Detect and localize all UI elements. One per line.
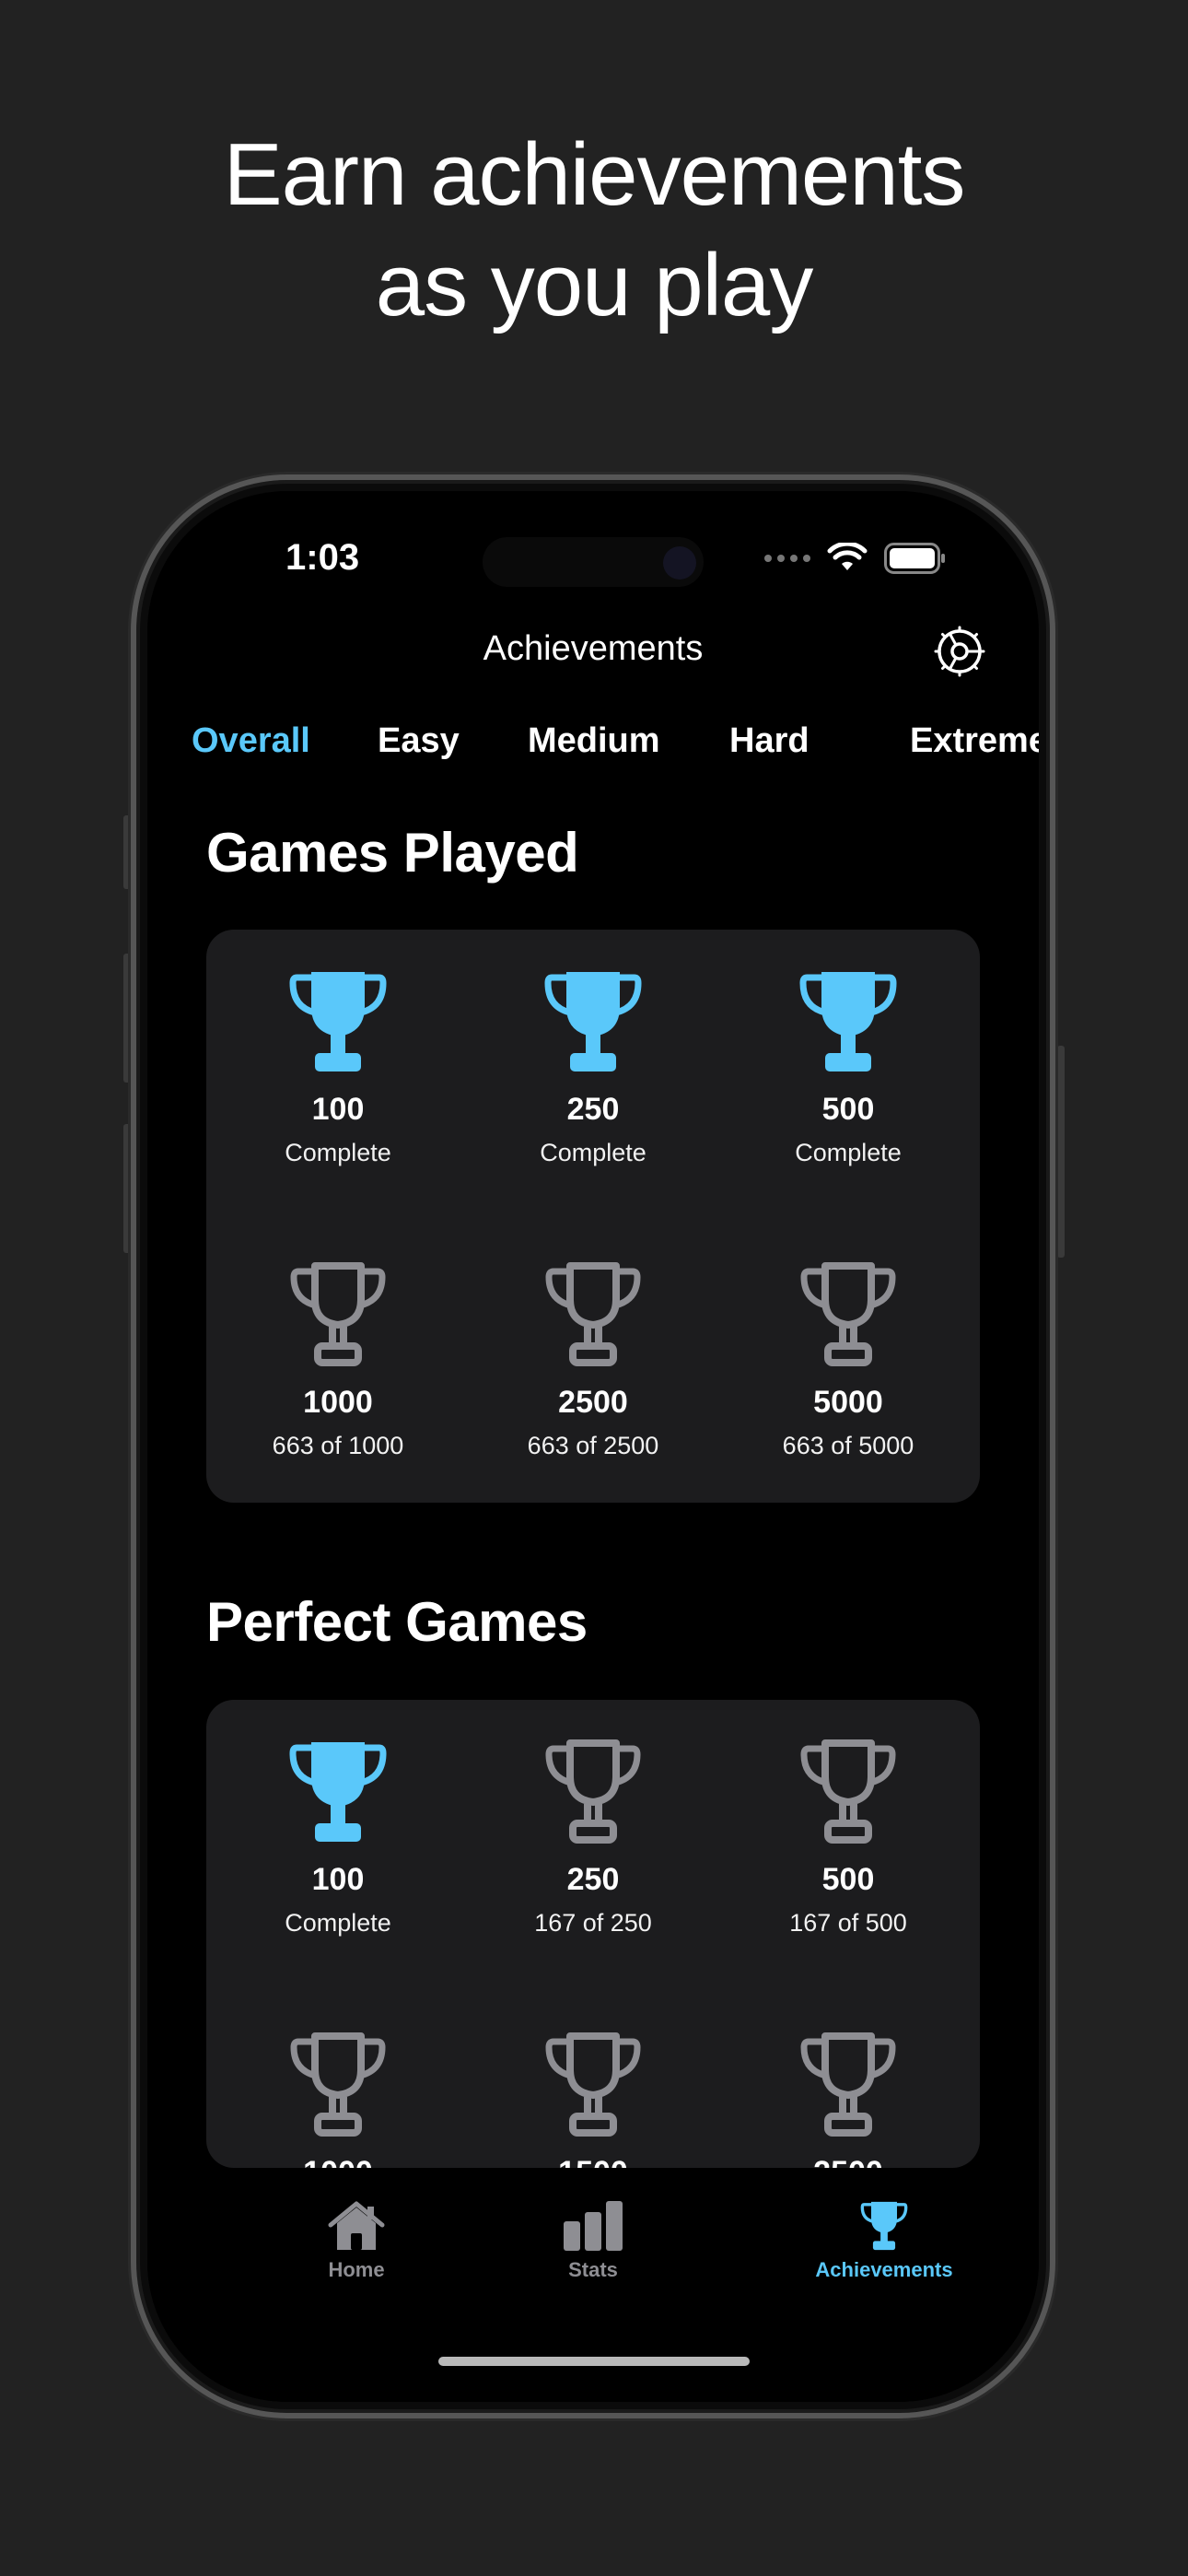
trophy-icon bbox=[289, 972, 387, 1071]
trophy-outline-icon bbox=[290, 2032, 386, 2137]
trophy-outline-icon bbox=[800, 1739, 896, 1844]
achievement-status: Complete bbox=[795, 1139, 902, 1166]
volume-up-button bbox=[123, 954, 131, 1083]
trophy-icon bbox=[544, 972, 642, 1071]
achievement-item[interactable]: 100 Complete bbox=[209, 966, 467, 1167]
achievement-target: 2500 bbox=[558, 1385, 628, 1420]
tab-bar-label: Stats bbox=[568, 2258, 618, 2281]
achievement-target: 100 bbox=[311, 1092, 365, 1127]
power-button bbox=[1057, 1046, 1065, 1258]
section-title-perfect-games: Perfect Games bbox=[206, 1591, 588, 1653]
house-icon bbox=[328, 2201, 385, 2250]
achievement-target: 100 bbox=[311, 1862, 365, 1897]
achievement-progress: 663 of 5000 bbox=[782, 1432, 914, 1459]
trophy-outline-icon bbox=[545, 2032, 641, 2137]
trophy-outline-icon bbox=[800, 2032, 896, 2137]
trophy-icon bbox=[289, 1742, 387, 1842]
tab-bar-achievements[interactable]: Achievements bbox=[792, 2199, 976, 2282]
achievement-target: 500 bbox=[821, 1862, 875, 1897]
status-icons bbox=[764, 543, 947, 574]
tab-bar-label: Achievements bbox=[815, 2258, 953, 2281]
headline-line-2: as you play bbox=[375, 236, 814, 334]
achievement-target: 1000 bbox=[303, 1385, 373, 1420]
gear-icon[interactable] bbox=[934, 626, 985, 677]
achievements-card-perfect-games: 100 Complete 250 167 of 250 500 167 of 5… bbox=[206, 1700, 980, 2168]
camera-icon bbox=[663, 546, 696, 580]
page-title: Achievements bbox=[483, 629, 704, 668]
trophy-outline-icon bbox=[800, 1262, 896, 1366]
volume-down-button bbox=[123, 1124, 131, 1253]
achievement-progress: 167 of 500 bbox=[789, 1909, 907, 1937]
achievement-item[interactable]: 5000 663 of 5000 bbox=[719, 1259, 977, 1460]
achievement-target: 1000 bbox=[209, 2155, 467, 2168]
headline: Earn achievements as you play bbox=[0, 120, 1188, 341]
tab-bar-home[interactable]: Home bbox=[264, 2199, 448, 2282]
section-title-games-played: Games Played bbox=[206, 822, 579, 884]
trophy-outline-icon bbox=[545, 1739, 641, 1844]
achievement-item[interactable]: 1000 663 of 1000 bbox=[209, 1259, 467, 1460]
trophy-icon bbox=[799, 972, 897, 1071]
achievements-card-games-played: 100 Complete 250 Complete 500 Complete 1… bbox=[206, 930, 980, 1503]
achievement-item[interactable]: 250 167 of 250 bbox=[464, 1737, 722, 1938]
achievement-item[interactable]: 1000 bbox=[209, 2030, 467, 2168]
home-indicator bbox=[438, 2357, 750, 2366]
trophy-outline-icon bbox=[290, 1262, 386, 1366]
achievement-progress: 167 of 250 bbox=[534, 1909, 652, 1937]
achievement-target: 2500 bbox=[719, 2155, 977, 2168]
achievement-item[interactable]: 250 Complete bbox=[464, 966, 722, 1167]
status-time: 1:03 bbox=[285, 537, 360, 578]
tab-bar-label: Home bbox=[328, 2258, 385, 2281]
achievement-target: 500 bbox=[821, 1092, 875, 1127]
achievement-status: Complete bbox=[285, 1139, 391, 1166]
trophy-icon bbox=[860, 2201, 908, 2251]
tab-overall[interactable]: Overall bbox=[192, 721, 310, 761]
difficulty-tabs: Overall Easy Medium Hard Extreme bbox=[192, 721, 1039, 777]
tab-extreme[interactable]: Extreme bbox=[910, 721, 1039, 761]
tab-bar-stats[interactable]: Stats bbox=[501, 2199, 685, 2282]
signal-dots-icon bbox=[764, 555, 810, 562]
achievement-target: 250 bbox=[566, 1092, 620, 1127]
bar-chart-icon bbox=[564, 2201, 623, 2251]
tab-easy[interactable]: Easy bbox=[378, 721, 460, 761]
achievement-status: Complete bbox=[285, 1909, 391, 1937]
tab-bar: Home Stats Achievements bbox=[147, 2168, 1039, 2402]
achievement-item[interactable]: 500 167 of 500 bbox=[719, 1737, 977, 1938]
achievement-target: 250 bbox=[566, 1862, 620, 1897]
achievement-status: Complete bbox=[540, 1139, 646, 1166]
tab-hard[interactable]: Hard bbox=[729, 721, 809, 761]
achievement-item[interactable]: 500 Complete bbox=[719, 966, 977, 1167]
action-button bbox=[123, 815, 131, 889]
achievement-progress: 663 of 1000 bbox=[272, 1432, 404, 1459]
achievement-item[interactable]: 2500 663 of 2500 bbox=[464, 1259, 722, 1460]
achievement-item[interactable]: 100 Complete bbox=[209, 1737, 467, 1938]
headline-line-1: Earn achievements bbox=[223, 125, 966, 224]
achievement-item[interactable]: 2500 bbox=[719, 2030, 977, 2168]
achievement-target: 5000 bbox=[813, 1385, 883, 1420]
wifi-icon bbox=[827, 543, 868, 570]
tab-medium[interactable]: Medium bbox=[528, 721, 660, 761]
phone-screen: 1:03 Achievements Overall Easy Medium Ha… bbox=[147, 491, 1039, 2402]
trophy-outline-icon bbox=[545, 1262, 641, 1366]
battery-icon bbox=[884, 543, 945, 574]
achievement-progress: 663 of 2500 bbox=[527, 1432, 659, 1459]
achievement-target: 1500 bbox=[464, 2155, 722, 2168]
achievement-item[interactable]: 1500 bbox=[464, 2030, 722, 2168]
